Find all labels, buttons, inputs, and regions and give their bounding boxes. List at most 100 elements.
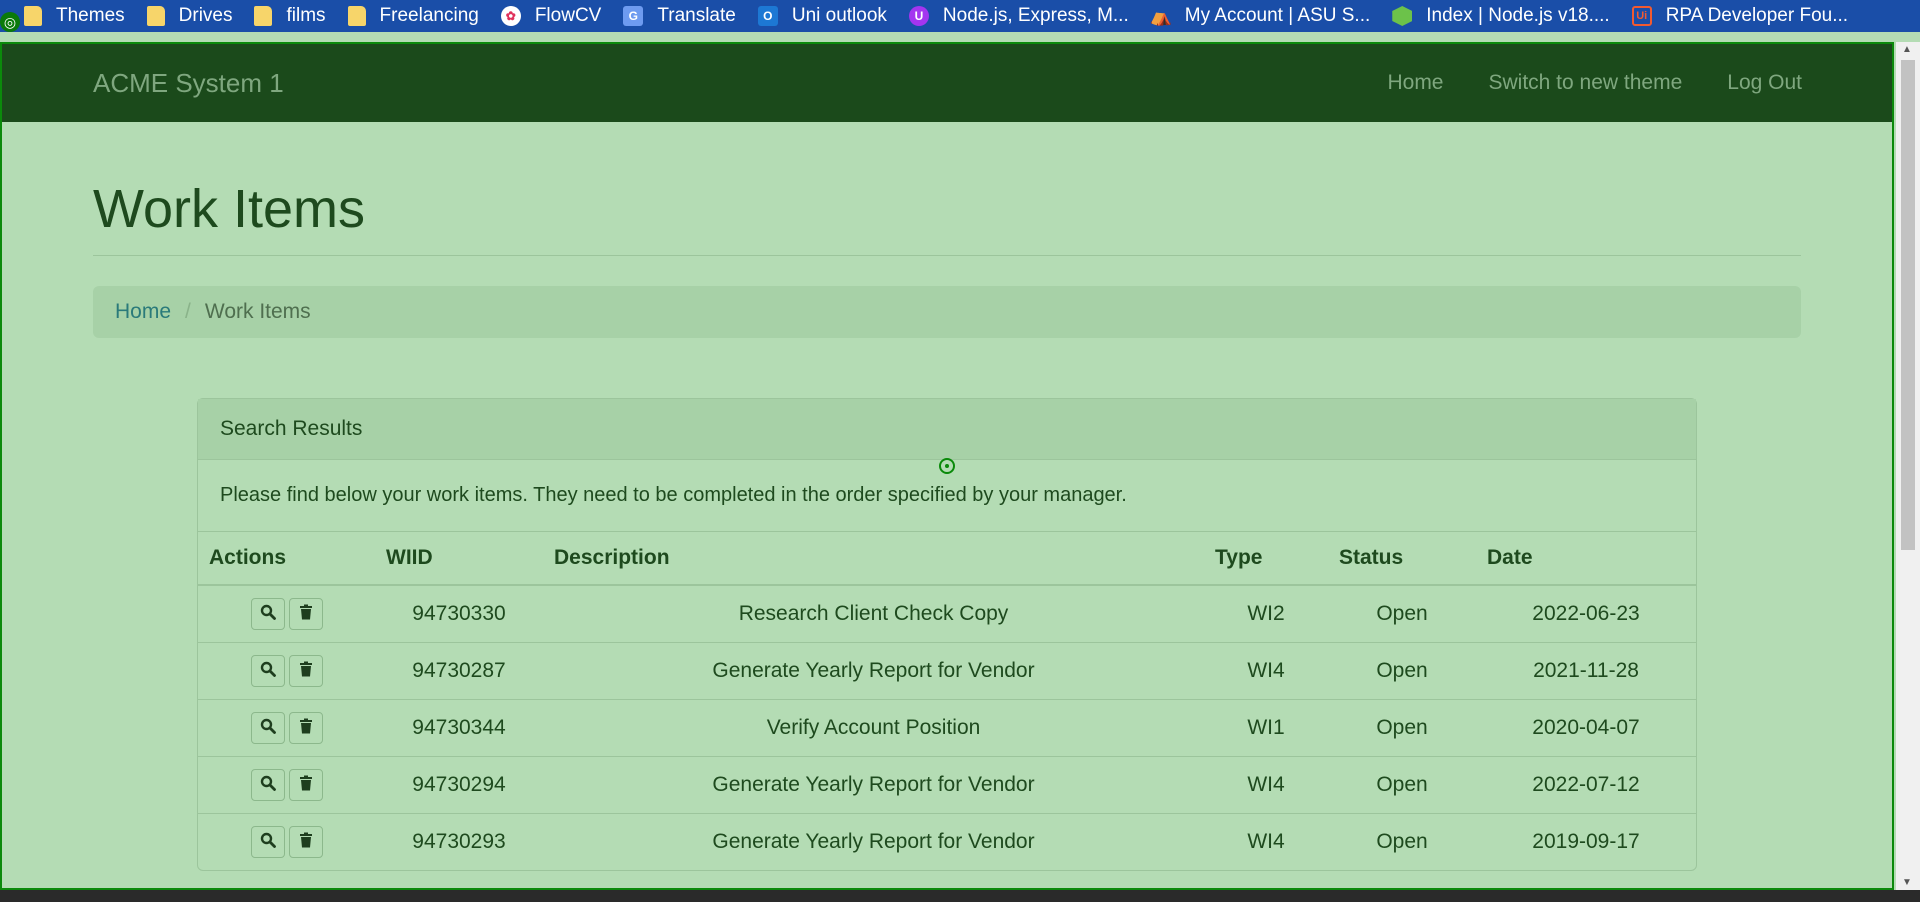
folder-icon [347,6,366,26]
trash-icon [299,830,313,854]
folder-icon [146,6,165,26]
recorder-icon[interactable]: ◎ [0,12,20,32]
cell-date: 2019-09-17 [1476,813,1696,871]
bookmark-label: FlowCV [534,5,602,26]
panel-heading: Search Results [198,399,1696,461]
row-actions [198,699,375,757]
cell-status: Open [1328,756,1476,814]
cell-type: WI1 [1204,699,1328,757]
bookmarks-bar: Themes Drives films Freelancing ✿ FlowCV … [0,0,1920,32]
bookmark-flowcv[interactable]: ✿ FlowCV [500,5,602,27]
cell-description: Generate Yearly Report for Vendor [543,813,1204,871]
nodejs-icon [1392,6,1413,26]
trash-icon [299,716,313,740]
scroll-up-icon[interactable]: ▲ [1902,44,1912,55]
bookmark-translate[interactable]: G Translate [623,5,736,27]
bookmark-label: Node.js, Express, M... [942,5,1129,26]
divider [93,255,1801,257]
delete-button[interactable] [288,598,323,631]
cell-status: Open [1328,699,1476,757]
nav-logout[interactable]: Log Out [1727,71,1802,95]
folder-icon [24,6,42,26]
col-type: Type [1204,531,1328,587]
cell-description: Verify Account Position [543,699,1204,757]
taskbar-edge [0,890,1920,902]
delete-button[interactable] [288,769,323,802]
table-header-row: Actions WIID Description Type Status Dat… [198,531,1696,587]
delete-button[interactable] [288,826,323,859]
breadcrumb-separator: / [185,300,191,324]
bookmark-rpa[interactable]: Ui RPA Developer Fou... [1631,5,1849,27]
row-actions [198,584,375,643]
bookmark-label: RPA Developer Fou... [1665,5,1849,26]
col-wiid: WIID [375,531,543,587]
scrollbar-thumb[interactable] [1901,60,1915,550]
bookmark-asu[interactable]: ⛺ My Account | ASU S... [1149,5,1371,27]
breadcrumb-home[interactable]: Home [115,300,171,324]
view-button[interactable] [250,712,285,745]
bookmark-films[interactable]: films [254,5,326,27]
brand[interactable]: ACME System 1 [93,68,284,99]
breadcrumb-current: Work Items [204,300,311,324]
flowcv-icon: ✿ [500,6,521,26]
search-icon [260,716,276,740]
bookmark-uni-outlook[interactable]: O Uni outlook [757,5,887,27]
cell-date: 2022-06-23 [1476,584,1696,643]
cell-type: WI4 [1204,642,1328,700]
nav-switch-theme[interactable]: Switch to new theme [1489,71,1683,95]
vertical-scrollbar[interactable]: ▲ ▼ [1896,42,1920,890]
cell-status: Open [1328,813,1476,871]
delete-button[interactable] [288,655,323,688]
search-icon [260,773,276,797]
row-actions [198,813,375,871]
row-actions [198,642,375,700]
work-items-table: Actions WIID Description Type Status Dat… [198,531,1696,871]
asu-icon: ⛺ [1149,5,1172,26]
col-date: Date [1476,531,1696,587]
cell-wiid: 94730330 [375,584,543,643]
delete-button[interactable] [288,712,323,745]
navbar: ACME System 1 Home Switch to new theme L… [2,44,1892,122]
table-row: 94730287 Generate Yearly Report for Vendo… [198,642,1696,700]
cell-description: Research Client Check Copy [543,584,1204,643]
breadcrumb: Home / Work Items [93,286,1801,339]
view-button[interactable] [250,826,285,859]
bookmark-label: Index | Node.js v18.... [1426,5,1610,26]
cell-description: Generate Yearly Report for Vendor [543,756,1204,814]
bookmark-drives[interactable]: Drives [146,5,233,27]
bookmark-label: Themes [56,5,125,26]
table-row: 94730344 Verify Account Position WI1 Open 20… [198,699,1696,757]
outlook-icon: O [757,6,778,26]
nav-home[interactable]: Home [1387,71,1443,95]
udemy-icon: U [908,6,929,26]
view-button[interactable] [250,655,285,688]
view-button[interactable] [250,769,285,802]
search-icon [260,830,276,854]
cell-status: Open [1328,642,1476,700]
scroll-down-icon[interactable]: ▼ [1902,877,1912,888]
bookmark-label: Drives [178,5,233,26]
bookmark-label: Uni outlook [791,5,887,26]
cell-wiid: 94730344 [375,699,543,757]
bookmark-label: Translate [657,5,736,26]
cell-status: Open [1328,584,1476,643]
trash-icon [299,659,313,683]
bookmark-nodejs-docs[interactable]: Index | Node.js v18.... [1392,5,1610,27]
page-title: Work Items [93,179,366,239]
cell-wiid: 94730287 [375,642,543,700]
cell-date: 2020-04-07 [1476,699,1696,757]
cell-type: WI2 [1204,584,1328,643]
bookmark-nodejs-course[interactable]: U Node.js, Express, M... [908,5,1129,27]
cell-description: Generate Yearly Report for Vendor [543,642,1204,700]
table-row: 94730293 Generate Yearly Report for Vendo… [198,813,1696,871]
col-status: Status [1328,531,1476,587]
bookmark-themes[interactable]: Themes [24,5,125,27]
cell-type: WI4 [1204,813,1328,871]
search-icon [260,602,276,626]
view-button[interactable] [250,598,285,631]
col-actions: Actions [198,531,375,587]
main-content: Work Items Home / Work Items Search Resu… [2,122,1892,872]
translate-icon: G [623,6,644,26]
bookmark-freelancing[interactable]: Freelancing [347,5,479,27]
search-icon [260,659,276,683]
